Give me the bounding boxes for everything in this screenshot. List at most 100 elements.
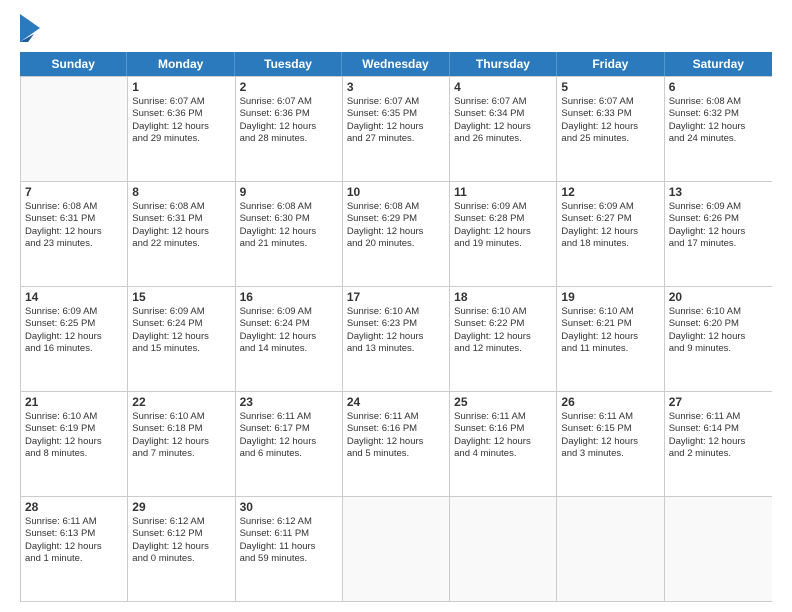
- cell-info-line: and 11 minutes.: [561, 343, 659, 355]
- cell-info-line: Sunset: 6:33 PM: [561, 108, 659, 120]
- calendar-cell: 1Sunrise: 6:07 AMSunset: 6:36 PMDaylight…: [128, 77, 235, 181]
- day-number: 9: [240, 185, 338, 199]
- calendar-cell: 3Sunrise: 6:07 AMSunset: 6:35 PMDaylight…: [343, 77, 450, 181]
- calendar: SundayMondayTuesdayWednesdayThursdayFrid…: [20, 52, 772, 602]
- calendar-row-1: 1Sunrise: 6:07 AMSunset: 6:36 PMDaylight…: [21, 76, 772, 181]
- calendar-cell: 22Sunrise: 6:10 AMSunset: 6:18 PMDayligh…: [128, 392, 235, 496]
- calendar-cell: 13Sunrise: 6:09 AMSunset: 6:26 PMDayligh…: [665, 182, 772, 286]
- day-number: 15: [132, 290, 230, 304]
- cell-info-line: Daylight: 12 hours: [240, 436, 338, 448]
- calendar-cell: 23Sunrise: 6:11 AMSunset: 6:17 PMDayligh…: [236, 392, 343, 496]
- cell-info-line: Sunrise: 6:09 AM: [132, 306, 230, 318]
- calendar-cell: 28Sunrise: 6:11 AMSunset: 6:13 PMDayligh…: [21, 497, 128, 601]
- day-number: 7: [25, 185, 123, 199]
- cell-info-line: Daylight: 12 hours: [132, 121, 230, 133]
- cell-info-line: and 12 minutes.: [454, 343, 552, 355]
- cell-info-line: Daylight: 12 hours: [132, 331, 230, 343]
- cell-info-line: Sunrise: 6:07 AM: [347, 96, 445, 108]
- cell-info-line: and 9 minutes.: [669, 343, 768, 355]
- cell-info-line: and 15 minutes.: [132, 343, 230, 355]
- cell-info-line: and 18 minutes.: [561, 238, 659, 250]
- cell-info-line: Sunset: 6:19 PM: [25, 423, 123, 435]
- day-number: 6: [669, 80, 768, 94]
- cell-info-line: Daylight: 12 hours: [347, 331, 445, 343]
- cell-info-line: Sunset: 6:11 PM: [240, 528, 338, 540]
- day-number: 22: [132, 395, 230, 409]
- calendar-cell: 24Sunrise: 6:11 AMSunset: 6:16 PMDayligh…: [343, 392, 450, 496]
- cell-info-line: Sunset: 6:36 PM: [240, 108, 338, 120]
- day-number: 28: [25, 500, 123, 514]
- calendar-cell: 17Sunrise: 6:10 AMSunset: 6:23 PMDayligh…: [343, 287, 450, 391]
- cell-info-line: and 3 minutes.: [561, 448, 659, 460]
- cell-info-line: Sunset: 6:32 PM: [669, 108, 768, 120]
- cell-info-line: Daylight: 12 hours: [132, 541, 230, 553]
- cell-info-line: Sunrise: 6:09 AM: [240, 306, 338, 318]
- cell-info-line: Daylight: 12 hours: [561, 226, 659, 238]
- calendar-cell: 29Sunrise: 6:12 AMSunset: 6:12 PMDayligh…: [128, 497, 235, 601]
- cell-info-line: Sunrise: 6:07 AM: [561, 96, 659, 108]
- cell-info-line: and 21 minutes.: [240, 238, 338, 250]
- calendar-cell: [450, 497, 557, 601]
- cell-info-line: Daylight: 12 hours: [347, 226, 445, 238]
- day-number: 17: [347, 290, 445, 304]
- cell-info-line: Sunrise: 6:11 AM: [561, 411, 659, 423]
- calendar-cell: 18Sunrise: 6:10 AMSunset: 6:22 PMDayligh…: [450, 287, 557, 391]
- cell-info-line: Daylight: 12 hours: [240, 121, 338, 133]
- cell-info-line: and 23 minutes.: [25, 238, 123, 250]
- cell-info-line: Sunrise: 6:10 AM: [561, 306, 659, 318]
- cell-info-line: Sunset: 6:30 PM: [240, 213, 338, 225]
- cell-info-line: Daylight: 12 hours: [561, 436, 659, 448]
- cell-info-line: and 29 minutes.: [132, 133, 230, 145]
- cell-info-line: Sunrise: 6:11 AM: [454, 411, 552, 423]
- cell-info-line: Sunrise: 6:07 AM: [454, 96, 552, 108]
- cell-info-line: Sunset: 6:23 PM: [347, 318, 445, 330]
- cell-info-line: Daylight: 12 hours: [240, 226, 338, 238]
- cell-info-line: Sunset: 6:24 PM: [132, 318, 230, 330]
- day-number: 30: [240, 500, 338, 514]
- cell-info-line: Sunset: 6:31 PM: [132, 213, 230, 225]
- cell-info-line: Sunrise: 6:09 AM: [669, 201, 768, 213]
- calendar-cell: 14Sunrise: 6:09 AMSunset: 6:25 PMDayligh…: [21, 287, 128, 391]
- logo-icon: [20, 14, 40, 42]
- calendar-cell: 12Sunrise: 6:09 AMSunset: 6:27 PMDayligh…: [557, 182, 664, 286]
- cell-info-line: Daylight: 12 hours: [347, 121, 445, 133]
- cell-info-line: Sunset: 6:14 PM: [669, 423, 768, 435]
- cell-info-line: Sunset: 6:27 PM: [561, 213, 659, 225]
- cell-info-line: Sunset: 6:12 PM: [132, 528, 230, 540]
- calendar-cell: 10Sunrise: 6:08 AMSunset: 6:29 PMDayligh…: [343, 182, 450, 286]
- calendar-cell: 19Sunrise: 6:10 AMSunset: 6:21 PMDayligh…: [557, 287, 664, 391]
- cell-info-line: Daylight: 12 hours: [25, 331, 123, 343]
- cell-info-line: Sunset: 6:26 PM: [669, 213, 768, 225]
- cell-info-line: and 20 minutes.: [347, 238, 445, 250]
- logo: [20, 16, 42, 44]
- cell-info-line: Sunrise: 6:08 AM: [25, 201, 123, 213]
- calendar-cell: [21, 77, 128, 181]
- cell-info-line: Sunrise: 6:09 AM: [454, 201, 552, 213]
- calendar-cell: [665, 497, 772, 601]
- cell-info-line: Daylight: 12 hours: [25, 226, 123, 238]
- cell-info-line: and 2 minutes.: [669, 448, 768, 460]
- cell-info-line: and 22 minutes.: [132, 238, 230, 250]
- cell-info-line: Daylight: 12 hours: [240, 331, 338, 343]
- cell-info-line: Sunrise: 6:09 AM: [561, 201, 659, 213]
- day-number: 16: [240, 290, 338, 304]
- cell-info-line: and 13 minutes.: [347, 343, 445, 355]
- day-number: 20: [669, 290, 768, 304]
- day-number: 24: [347, 395, 445, 409]
- day-number: 4: [454, 80, 552, 94]
- weekday-header-sunday: Sunday: [20, 52, 127, 76]
- day-number: 5: [561, 80, 659, 94]
- cell-info-line: Sunset: 6:35 PM: [347, 108, 445, 120]
- day-number: 11: [454, 185, 552, 199]
- calendar-cell: 8Sunrise: 6:08 AMSunset: 6:31 PMDaylight…: [128, 182, 235, 286]
- cell-info-line: and 4 minutes.: [454, 448, 552, 460]
- cell-info-line: Sunrise: 6:08 AM: [347, 201, 445, 213]
- calendar-cell: 4Sunrise: 6:07 AMSunset: 6:34 PMDaylight…: [450, 77, 557, 181]
- cell-info-line: Sunrise: 6:11 AM: [25, 516, 123, 528]
- cell-info-line: Daylight: 12 hours: [454, 121, 552, 133]
- cell-info-line: Sunset: 6:25 PM: [25, 318, 123, 330]
- calendar-cell: 30Sunrise: 6:12 AMSunset: 6:11 PMDayligh…: [236, 497, 343, 601]
- calendar-body: 1Sunrise: 6:07 AMSunset: 6:36 PMDaylight…: [20, 76, 772, 602]
- cell-info-line: Sunrise: 6:10 AM: [454, 306, 552, 318]
- cell-info-line: and 0 minutes.: [132, 553, 230, 565]
